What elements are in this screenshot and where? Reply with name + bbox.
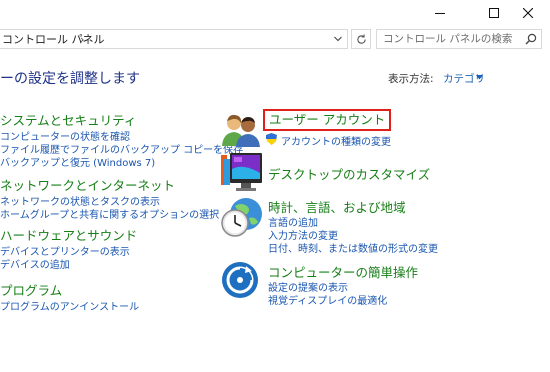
address-row: コントロール パネル › xyxy=(0,25,550,56)
minimize-icon xyxy=(435,12,445,14)
category-desktop-customization[interactable]: デスクトップのカスタマイズ xyxy=(268,164,430,183)
uac-shield-icon xyxy=(266,133,277,145)
clock-globe-icon[interactable] xyxy=(221,196,263,238)
title-bar xyxy=(0,0,550,25)
search-box[interactable] xyxy=(376,29,542,49)
refresh-icon xyxy=(356,34,366,44)
category-network-internet[interactable]: ネットワークとインターネット xyxy=(0,175,175,194)
link-change-date-time-format[interactable]: 日付、時刻、または数値の形式の変更 xyxy=(268,240,438,255)
category-hardware-sound[interactable]: ハードウェアとサウンド xyxy=(0,225,137,244)
link-optimize-visual-display[interactable]: 視覚ディスプレイの最適化 xyxy=(268,292,387,307)
address-bar[interactable]: コントロール パネル › xyxy=(0,29,348,49)
category-programs[interactable]: プログラム xyxy=(0,280,62,299)
close-button[interactable] xyxy=(506,0,550,25)
link-change-account-type[interactable]: アカウントの種類の変更 xyxy=(281,133,391,148)
close-icon xyxy=(523,7,533,18)
search-input[interactable] xyxy=(383,30,519,48)
user-accounts-icon[interactable] xyxy=(221,112,261,148)
view-by-label: 表示方法: xyxy=(388,73,434,85)
maximize-icon xyxy=(489,7,499,18)
search-icon[interactable] xyxy=(525,33,537,45)
link-add-device[interactable]: デバイスの追加 xyxy=(0,256,70,271)
desktop-customization-icon[interactable] xyxy=(221,153,263,193)
refresh-button[interactable] xyxy=(351,29,371,49)
page-title: ーの設定を調整します xyxy=(0,71,140,87)
breadcrumb-separator[interactable]: › xyxy=(80,30,84,50)
category-user-accounts[interactable]: ユーザー アカウント xyxy=(263,109,392,131)
link-uninstall-program[interactable]: プログラムのアンインストール xyxy=(0,298,139,313)
chevron-down-icon xyxy=(334,36,342,42)
caret-down-icon[interactable] xyxy=(476,75,483,80)
link-homegroup-sharing[interactable]: ホームグループと共有に関するオプションの選択 xyxy=(0,206,219,221)
address-dropdown-button[interactable] xyxy=(330,30,346,48)
minimize-button[interactable] xyxy=(418,0,462,25)
breadcrumb-control-panel[interactable]: コントロール パネル xyxy=(2,30,105,50)
category-system-security[interactable]: システムとセキュリティ xyxy=(0,110,136,129)
ease-of-access-icon[interactable] xyxy=(221,261,259,299)
link-backup-restore[interactable]: バックアップと復元 (Windows 7) xyxy=(0,154,155,169)
